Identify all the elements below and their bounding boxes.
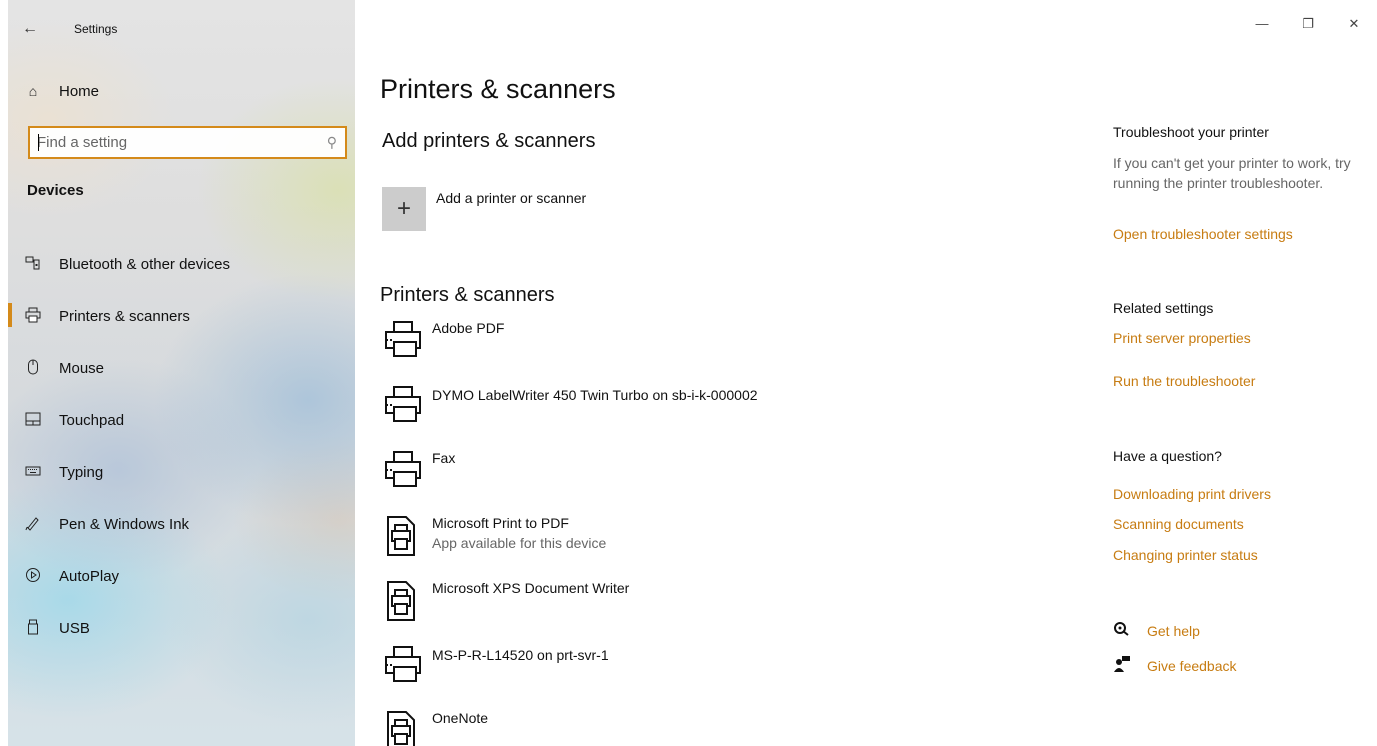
printer-item-ms-xps[interactable]: Microsoft XPS Document Writer [380,580,1080,636]
text-caret [38,134,39,151]
printer-name: MS-P-R-L14520 on prt-svr-1 [432,647,609,663]
search-icon[interactable]: ⚲ [327,134,337,151]
printer-name: Microsoft Print to PDF [432,515,569,531]
open-troubleshooter-link[interactable]: Open troubleshooter settings [1113,226,1293,242]
printer-item-ms-print-to-pdf[interactable]: Microsoft Print to PDF App available for… [380,515,1080,571]
related-settings-title: Related settings [1113,300,1214,316]
printer-icon [385,386,421,422]
sidebar-item-label: USB [59,619,90,637]
home-icon: ⌂ [28,83,38,99]
printer-item-fax[interactable]: Fax [380,450,1080,506]
sidebar-item-label: Bluetooth & other devices [59,255,230,273]
restore-button[interactable]: ❐ [1285,16,1331,46]
sidebar-item-usb[interactable]: USB [8,602,355,654]
sidebar-item-autoplay[interactable]: AutoPlay [8,550,355,602]
document-printer-icon [387,516,415,556]
give-feedback-label: Give feedback [1147,657,1237,674]
section-title-devices: Devices [27,182,84,199]
title-bar: ← Settings [8,0,355,60]
sidebar-item-typing[interactable]: Typing [8,446,355,498]
back-arrow-icon[interactable]: ← [22,20,52,38]
help-chat-icon [1113,621,1133,640]
plus-icon: + [396,195,411,222]
keyboard-icon [25,463,41,482]
printer-name: Fax [432,450,456,466]
have-a-question-title: Have a question? [1113,448,1222,464]
printer-icon [25,307,41,326]
touchpad-icon [25,411,41,430]
sidebar-item-bluetooth[interactable]: Bluetooth & other devices [8,238,355,290]
add-printer-label[interactable]: Add a printer or scanner [436,190,586,206]
nav-home-label: Home [59,82,100,100]
scanning-documents-link[interactable]: Scanning documents [1113,516,1244,532]
document-printer-icon [387,711,415,746]
troubleshoot-text: If you can't get your printer to work, t… [1113,155,1351,191]
autoplay-icon [25,567,41,586]
printer-name: DYMO LabelWriter 450 Twin Turbo on sb-i-… [432,387,758,403]
sidebar-item-pen[interactable]: Pen & Windows Ink [8,498,355,550]
main-content: Printers & scanners Add printers & scann… [380,0,1080,746]
get-help-link[interactable]: Get help [1113,621,1200,640]
printer-status: App available for this device [432,535,607,551]
sidebar-item-label: Mouse [59,359,105,377]
printer-item-onenote[interactable]: OneNote [380,710,1080,746]
search-box[interactable]: ⚲ [28,126,347,159]
add-section-title: Add printers & scanners [382,130,596,152]
pen-icon [25,515,41,534]
printer-item-dymo[interactable]: DYMO LabelWriter 450 Twin Turbo on sb-i-… [380,385,1080,441]
sidebar-item-label: AutoPlay [59,567,120,585]
troubleshoot-title: Troubleshoot your printer [1113,124,1269,140]
close-button[interactable]: ✕ [1331,16,1377,46]
add-printer-button[interactable]: + [382,187,426,231]
sidebar-item-label: Typing [59,463,104,481]
printer-icon [385,646,421,682]
printer-icon [385,451,421,487]
document-printer-icon [387,581,415,621]
sidebar-item-printers[interactable]: Printers & scanners [8,290,355,342]
printer-name: OneNote [432,710,489,726]
printer-icon [385,321,421,357]
nav-home[interactable]: ⌂ Home [8,76,355,106]
printer-item-adobe-pdf[interactable]: Adobe PDF [380,320,1080,376]
app-title: Settings [74,22,118,36]
changing-printer-status-link[interactable]: Changing printer status [1113,547,1258,563]
bluetooth-devices-icon [25,255,41,274]
usb-icon [25,619,41,638]
sidebar: ← Settings ⌂ Home ⚲ Devices Bluetooth & … [8,0,355,746]
nav-list: Bluetooth & other devices Printers & sca… [8,238,355,654]
printers-list-title: Printers & scanners [380,284,555,306]
run-troubleshooter-link[interactable]: Run the troubleshooter [1113,373,1255,389]
sidebar-item-label: Touchpad [59,411,125,429]
sidebar-item-label: Printers & scanners [59,307,190,325]
page-title: Printers & scanners [380,74,616,104]
sidebar-item-touchpad[interactable]: Touchpad [8,394,355,446]
print-server-properties-link[interactable]: Print server properties [1113,330,1251,346]
minimize-button[interactable]: — [1239,16,1285,46]
get-help-label: Get help [1147,622,1200,639]
mouse-icon [25,359,41,378]
window-controls: — ❐ ✕ [1239,16,1377,46]
give-feedback-link[interactable]: Give feedback [1113,655,1237,676]
sidebar-item-mouse[interactable]: Mouse [8,342,355,394]
feedback-person-icon [1113,655,1133,676]
sidebar-item-label: Pen & Windows Ink [59,515,190,533]
printer-name: Adobe PDF [432,320,505,336]
downloading-print-drivers-link[interactable]: Downloading print drivers [1113,486,1271,502]
printer-name: Microsoft XPS Document Writer [432,580,630,596]
printer-item-ms-p-r[interactable]: MS-P-R-L14520 on prt-svr-1 [380,645,1080,701]
search-input[interactable] [37,134,307,151]
